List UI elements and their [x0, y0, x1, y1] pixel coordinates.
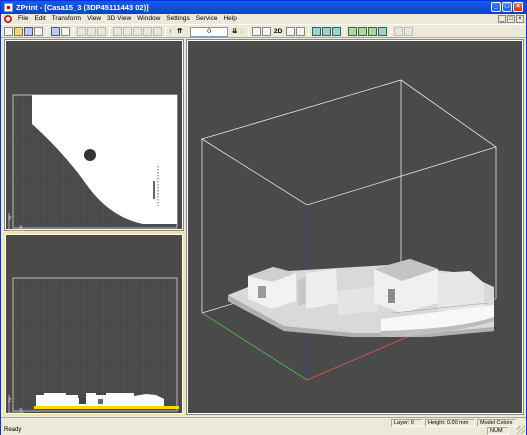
menu-service[interactable]: Service — [193, 14, 221, 24]
paste-icon[interactable] — [97, 27, 106, 36]
resize-grip[interactable] — [517, 426, 525, 434]
toolbar-separator — [165, 27, 166, 37]
view-front-icon[interactable] — [348, 27, 357, 36]
menu-file[interactable]: File — [15, 14, 31, 24]
title-bar[interactable]: ZPrint - [Casa15_3 (3DP45111443 02)] _ □… — [1, 1, 526, 14]
top-view-x-label: X — [19, 225, 23, 231]
toolbar: ↑ ⇈ 0 ⇊ ↓ 2D — [1, 24, 526, 38]
zoom-fit-icon[interactable] — [332, 27, 341, 36]
toolbar-separator — [109, 27, 110, 37]
render-icon[interactable] — [394, 27, 403, 36]
toolbar-separator — [73, 27, 74, 37]
menu-view[interactable]: View — [84, 14, 104, 24]
open-icon[interactable] — [14, 27, 23, 36]
toolbar-separator — [308, 27, 309, 37]
zoom-out-icon[interactable] — [322, 27, 331, 36]
front-view-z-label: Z — [8, 398, 12, 404]
menu-window[interactable]: Window — [134, 14, 163, 24]
close-button[interactable]: × — [513, 2, 523, 12]
window-icon[interactable] — [262, 27, 271, 36]
mdi-restore-button[interactable]: □ — [507, 15, 515, 23]
copy-icon[interactable] — [87, 27, 96, 36]
top-view-hole — [84, 149, 96, 161]
toolbar-separator — [248, 27, 249, 37]
slice-icon[interactable] — [404, 27, 413, 36]
zoom-in-icon[interactable] — [312, 27, 321, 36]
view-top-icon[interactable] — [368, 27, 377, 36]
status-ready: Ready — [4, 427, 22, 433]
menu-edit[interactable]: Edit — [31, 14, 48, 24]
status-num: NUM — [487, 427, 509, 435]
cut-icon[interactable] — [77, 27, 86, 36]
top-view-y-label: Y — [8, 216, 12, 222]
window-title: ZPrint - [Casa15_3 (3DP45111443 02)] — [16, 3, 149, 12]
transform-icon[interactable] — [113, 27, 122, 36]
corner-icon[interactable] — [286, 27, 295, 36]
house-model — [228, 259, 494, 337]
print-setup-icon[interactable] — [51, 27, 60, 36]
front-view-opening — [79, 398, 86, 404]
3d-view-pane[interactable] — [186, 39, 524, 415]
workspace: Y X Z X — [3, 38, 525, 416]
zprint-app-icon[interactable] — [4, 3, 13, 12]
menu-items: File Edit Transform View 3D View Window Settin… — [15, 14, 240, 24]
zprint-window: ZPrint - [Casa15_3 (3DP45111443 02)] _ □… — [0, 0, 527, 435]
status-model-colors: Model Colors — [477, 419, 517, 427]
properties-icon[interactable] — [61, 27, 70, 36]
document-icon[interactable] — [4, 15, 12, 23]
front-view-pane[interactable]: Z X — [3, 232, 185, 416]
mdi-minimize-button[interactable]: _ — [498, 15, 506, 23]
minimize-button[interactable]: _ — [491, 2, 501, 12]
arrow-down-icon[interactable]: ↓ — [240, 27, 243, 36]
print-icon[interactable] — [34, 27, 43, 36]
status-height: Height: 0.00 mm — [425, 419, 475, 427]
maximize-button[interactable]: □ — [502, 2, 512, 12]
front-view-window — [98, 399, 103, 404]
double-arrow-down-icon[interactable]: ⇊ — [232, 27, 237, 36]
align-icon[interactable] — [143, 27, 152, 36]
scale-icon[interactable] — [133, 27, 142, 36]
toolbar-separator — [46, 27, 47, 37]
3d-view-canvas — [201, 79, 497, 381]
menu-3d-view[interactable]: 3D View — [104, 14, 134, 24]
top-view-canvas: Y X — [8, 94, 178, 231]
menu-bar: File Edit Transform View 3D View Window Settin… — [1, 14, 526, 24]
menu-settings[interactable]: Settings — [163, 14, 193, 24]
mirror-icon[interactable] — [153, 27, 162, 36]
view-side-icon[interactable] — [358, 27, 367, 36]
mdi-controls: _ □ × — [498, 15, 524, 23]
view-iso-icon[interactable] — [378, 27, 387, 36]
double-arrow-up-icon[interactable]: ⇈ — [177, 27, 182, 36]
menu-help[interactable]: Help — [220, 14, 239, 24]
front-view-canvas: Z X — [8, 277, 179, 414]
menu-transform[interactable]: Transform — [49, 14, 84, 24]
save-icon[interactable] — [24, 27, 33, 36]
status-layer: Layer: 0 — [391, 419, 423, 427]
front-view-x-label: X — [19, 408, 23, 414]
toolbar-separator — [390, 27, 391, 37]
build-box-top — [201, 79, 497, 206]
front-view-grid — [13, 278, 177, 411]
status-bar: Ready Layer: 0 Height: 0.00 mm Model Col… — [1, 417, 526, 435]
front-view-floor — [34, 406, 179, 409]
view-2d-button[interactable]: 2D — [274, 27, 282, 36]
mdi-close-button[interactable]: × — [516, 15, 524, 23]
layout-icon[interactable] — [252, 27, 261, 36]
new-icon[interactable] — [4, 27, 13, 36]
layer-input[interactable]: 0 — [190, 27, 228, 37]
cube-icon[interactable] — [296, 27, 305, 36]
rotate-icon[interactable] — [123, 27, 132, 36]
toolbar-separator — [344, 27, 345, 37]
top-view-pane[interactable]: Y X — [4, 39, 184, 231]
arrow-up-icon[interactable]: ↑ — [169, 27, 172, 36]
